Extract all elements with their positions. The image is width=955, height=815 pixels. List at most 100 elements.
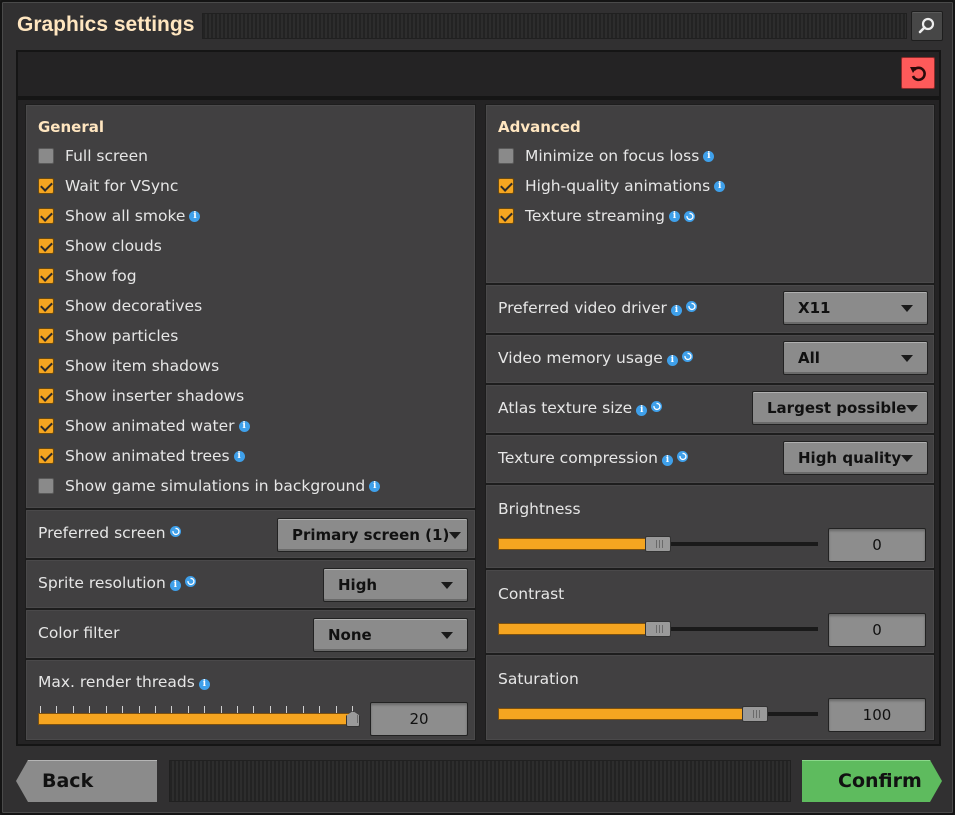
reset-button[interactable] bbox=[901, 57, 935, 89]
checkbox-box[interactable] bbox=[38, 148, 54, 164]
chevron-down-icon bbox=[901, 354, 913, 362]
confirm-button[interactable]: Confirm bbox=[802, 760, 942, 802]
restart-icon bbox=[676, 451, 688, 462]
slider-fill bbox=[498, 538, 658, 550]
preferred-screen-dropdown[interactable]: Primary screen (1) bbox=[277, 518, 468, 552]
slider-handle[interactable] bbox=[742, 706, 768, 722]
checkbox-minimize-on-focus-loss[interactable]: Minimize on focus loss i bbox=[498, 143, 715, 169]
restart-icon bbox=[685, 301, 697, 312]
back-button[interactable]: Back bbox=[16, 760, 157, 802]
checkbox-show-game-simulations-in-background[interactable]: Show game simulations in background i bbox=[38, 473, 381, 499]
restart-icon bbox=[651, 401, 663, 412]
checkbox-show-animated-water[interactable]: Show animated water i bbox=[38, 413, 250, 439]
title-drag-handle[interactable] bbox=[202, 13, 907, 39]
checkbox-box[interactable] bbox=[38, 478, 54, 494]
brightness-slider[interactable] bbox=[498, 536, 818, 552]
color-filter-label: Color filter bbox=[38, 624, 120, 642]
texture-compression-dropdown[interactable]: High quality bbox=[783, 441, 928, 475]
checkbox-show-animated-trees[interactable]: Show animated trees i bbox=[38, 443, 245, 469]
checkbox-texture-streaming[interactable]: Texture streaming i bbox=[498, 203, 695, 229]
checkbox-box[interactable] bbox=[38, 448, 54, 464]
contrast-row: Contrast 0 bbox=[485, 569, 935, 654]
sprite-resolution-label: Sprite resolution i bbox=[38, 574, 196, 592]
checkbox-show-inserter-shadows[interactable]: Show inserter shadows bbox=[38, 383, 244, 409]
info-icon: i bbox=[636, 405, 648, 416]
slider-fill bbox=[498, 708, 755, 720]
checkbox-full-screen[interactable]: Full screen bbox=[38, 143, 148, 169]
checkbox-label: Show all smoke bbox=[65, 207, 186, 225]
video-driver-dropdown[interactable]: X11 bbox=[783, 291, 928, 325]
render-threads-slider[interactable] bbox=[38, 711, 360, 727]
video-driver-value: X11 bbox=[798, 299, 831, 317]
atlas-size-label: Atlas texture size i bbox=[498, 399, 663, 417]
video-driver-label: Preferred video driver i bbox=[498, 299, 697, 317]
checkbox-box[interactable] bbox=[38, 268, 54, 284]
slider-fill bbox=[498, 623, 658, 635]
checkbox-box[interactable] bbox=[38, 298, 54, 314]
slider-handle[interactable] bbox=[645, 621, 671, 637]
advanced-title: Advanced bbox=[498, 118, 581, 136]
checkbox-box[interactable] bbox=[498, 178, 514, 194]
sprite-resolution-value: High bbox=[338, 576, 378, 594]
checkbox-label: Full screen bbox=[65, 147, 148, 165]
search-button[interactable] bbox=[911, 11, 943, 41]
restart-icon bbox=[683, 210, 695, 222]
saturation-slider[interactable] bbox=[498, 706, 818, 722]
texture-compression-value: High quality bbox=[798, 449, 902, 467]
top-toolbar bbox=[16, 50, 941, 98]
checkbox-box[interactable] bbox=[38, 178, 54, 194]
slider-fill bbox=[38, 713, 353, 725]
checkbox-show-decoratives[interactable]: Show decoratives bbox=[38, 293, 202, 319]
saturation-row: Saturation 100 bbox=[485, 654, 935, 741]
texture-compression-row: Texture compression i High quality bbox=[485, 434, 935, 484]
checkbox-box[interactable] bbox=[38, 238, 54, 254]
restart-icon bbox=[681, 351, 693, 362]
checkbox-show-fog[interactable]: Show fog bbox=[38, 263, 137, 289]
info-icon: i bbox=[233, 450, 245, 462]
checkbox-label: Show game simulations in background bbox=[65, 477, 366, 495]
sprite-resolution-dropdown[interactable]: High bbox=[323, 568, 468, 602]
footer-drag-handle[interactable] bbox=[169, 760, 791, 802]
contrast-slider[interactable] bbox=[498, 621, 818, 637]
preferred-screen-row: Preferred screen Primary screen (1) bbox=[25, 509, 476, 559]
checkbox-high-quality-animations[interactable]: High-quality animations i bbox=[498, 173, 726, 199]
video-memory-value: All bbox=[798, 349, 820, 367]
saturation-label: Saturation bbox=[498, 670, 579, 688]
checkbox-box[interactable] bbox=[38, 208, 54, 224]
info-icon: i bbox=[714, 180, 726, 192]
checkbox-box[interactable] bbox=[38, 418, 54, 434]
checkbox-label: Show item shadows bbox=[65, 357, 220, 375]
title-bar: Graphics settings bbox=[14, 10, 946, 42]
checkbox-show-all-smoke[interactable]: Show all smoke i bbox=[38, 203, 201, 229]
window-title: Graphics settings bbox=[17, 13, 195, 36]
checkbox-box[interactable] bbox=[38, 328, 54, 344]
render-threads-row: Max. render threads i 20 bbox=[25, 659, 476, 741]
checkbox-box[interactable] bbox=[498, 148, 514, 164]
checkbox-show-item-shadows[interactable]: Show item shadows bbox=[38, 353, 219, 379]
checkbox-show-clouds[interactable]: Show clouds bbox=[38, 233, 162, 259]
saturation-value[interactable]: 100 bbox=[828, 698, 926, 732]
color-filter-value: None bbox=[328, 626, 372, 644]
checkbox-box[interactable] bbox=[38, 388, 54, 404]
render-threads-label: Max. render threads i bbox=[38, 673, 210, 691]
chevron-down-icon bbox=[906, 404, 919, 412]
slider-handle[interactable] bbox=[645, 536, 671, 552]
checkbox-wait-for-vsync[interactable]: Wait for VSync bbox=[38, 173, 178, 199]
video-driver-row: Preferred video driver i X11 bbox=[485, 284, 935, 334]
video-memory-row: Video memory usage i All bbox=[485, 334, 935, 384]
checkbox-box[interactable] bbox=[38, 358, 54, 374]
brightness-value[interactable]: 0 bbox=[828, 528, 926, 562]
render-threads-value[interactable]: 20 bbox=[370, 702, 468, 736]
checkbox-show-particles[interactable]: Show particles bbox=[38, 323, 178, 349]
video-memory-dropdown[interactable]: All bbox=[783, 341, 928, 375]
checkbox-label: Show clouds bbox=[65, 237, 162, 255]
chevron-down-icon bbox=[901, 454, 914, 462]
atlas-size-value: Largest possible bbox=[767, 399, 907, 417]
checkbox-box[interactable] bbox=[498, 208, 514, 224]
general-title: General bbox=[38, 118, 104, 136]
checkbox-label: Show animated trees bbox=[65, 447, 230, 465]
color-filter-dropdown[interactable]: None bbox=[313, 618, 468, 652]
contrast-value[interactable]: 0 bbox=[828, 613, 926, 647]
info-icon: i bbox=[189, 210, 201, 222]
atlas-size-dropdown[interactable]: Largest possible bbox=[752, 391, 928, 425]
